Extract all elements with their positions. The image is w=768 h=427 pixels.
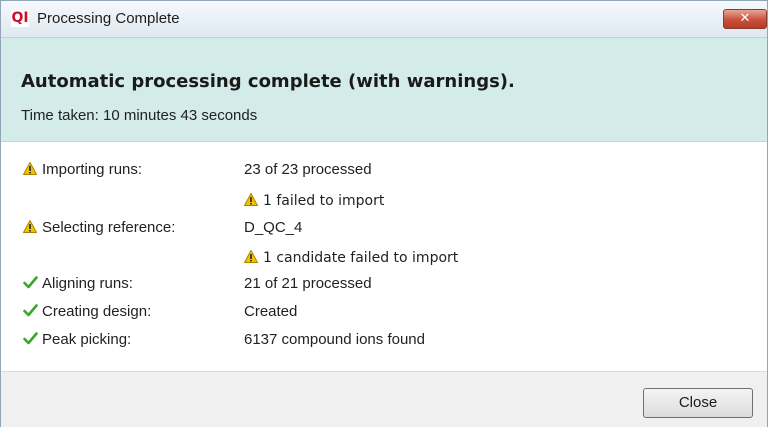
app-logo-icon: QI bbox=[11, 10, 29, 27]
page-title: Automatic processing complete (with warn… bbox=[21, 71, 515, 92]
close-button[interactable]: Close bbox=[643, 388, 753, 418]
processing-complete-dialog: QI Processing Complete ✕ Automatic proce… bbox=[0, 0, 768, 427]
warning-triangle-icon bbox=[244, 193, 258, 206]
checkmark-icon bbox=[23, 304, 38, 317]
step-selecting-reference-note: 1 candidate failed to import bbox=[244, 249, 458, 267]
step-label: Importing runs: bbox=[42, 161, 143, 178]
title-close-button[interactable]: ✕ bbox=[723, 9, 767, 29]
step-label: Creating design: bbox=[42, 303, 152, 320]
step-label: Selecting reference: bbox=[42, 219, 176, 236]
step-importing-runs-note: 1 failed to import bbox=[244, 192, 384, 210]
warning-triangle-icon bbox=[23, 162, 37, 175]
step-selecting-reference-label: Selecting reference: bbox=[23, 219, 175, 237]
warning-triangle-icon bbox=[244, 250, 258, 263]
warning-triangle-icon bbox=[23, 220, 37, 233]
step-label: Aligning runs: bbox=[42, 275, 133, 292]
step-aligning-runs-label: Aligning runs: bbox=[23, 275, 133, 293]
time-taken-text: Time taken: 10 minutes 43 seconds bbox=[21, 107, 258, 124]
step-selecting-reference-value: D_QC_4 bbox=[244, 219, 303, 236]
step-note: 1 candidate failed to import bbox=[263, 250, 459, 266]
checkmark-icon bbox=[23, 332, 38, 345]
step-importing-runs-value: 23 of 23 processed bbox=[244, 161, 372, 178]
step-creating-design-value: Created bbox=[244, 303, 298, 320]
window-title: Processing Complete bbox=[37, 10, 180, 27]
step-importing-runs-label: Importing runs: bbox=[23, 161, 142, 179]
checkmark-icon bbox=[23, 276, 38, 289]
step-peak-picking-label: Peak picking: bbox=[23, 331, 131, 349]
step-peak-picking-value: 6137 compound ions found bbox=[244, 331, 425, 348]
step-creating-design-label: Creating design: bbox=[23, 303, 151, 321]
header-divider bbox=[1, 141, 767, 142]
step-note: 1 failed to import bbox=[263, 193, 385, 209]
step-label: Peak picking: bbox=[42, 331, 132, 348]
step-aligning-runs-value: 21 of 21 processed bbox=[244, 275, 372, 292]
